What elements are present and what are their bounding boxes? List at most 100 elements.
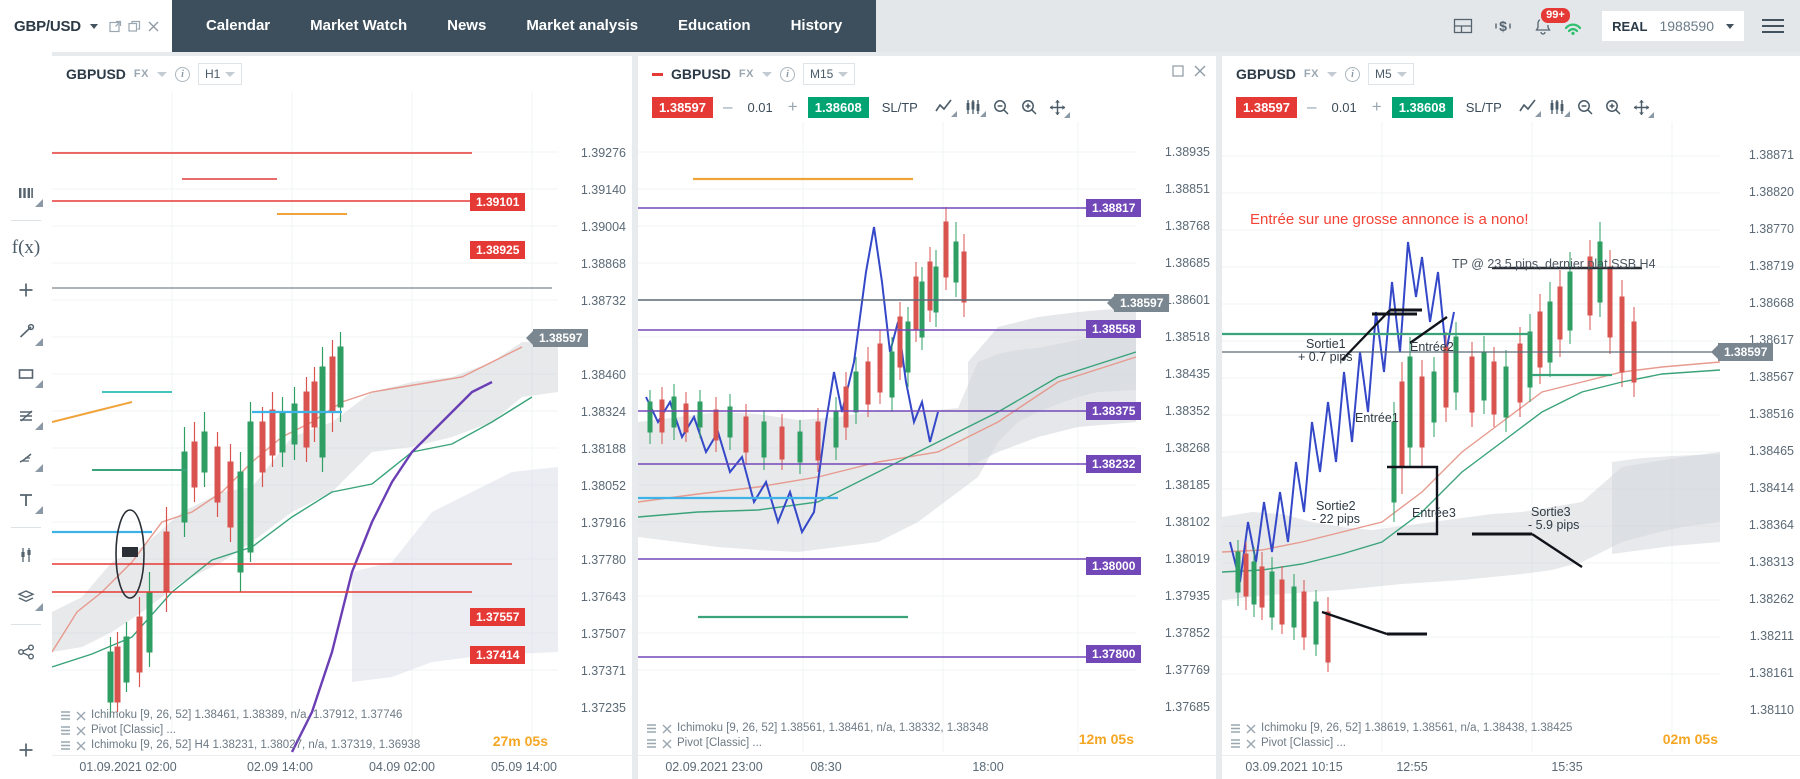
chart-panel-m15[interactable]: GBPUSD FX i M15 1.38597 – 0.01 + 1.38608… bbox=[638, 56, 1216, 779]
settings-icon[interactable] bbox=[646, 738, 657, 749]
price-axis[interactable]: 1.39276 1.39140 1.39004 1.38868 1.38732 … bbox=[558, 56, 632, 779]
add-panel-icon[interactable] bbox=[0, 729, 52, 771]
info-icon[interactable]: i bbox=[779, 66, 795, 82]
timeframe-selector[interactable]: M15 bbox=[802, 63, 856, 85]
submenu-indicator-icon[interactable] bbox=[35, 603, 43, 611]
chart-plot-area[interactable] bbox=[1222, 122, 1800, 779]
remove-icon[interactable] bbox=[76, 726, 86, 736]
crosshair-icon[interactable] bbox=[1049, 99, 1070, 118]
volume-input[interactable]: 0.01 bbox=[1326, 100, 1361, 115]
zoom-out-icon[interactable] bbox=[1577, 99, 1594, 116]
zoom-out-icon[interactable] bbox=[993, 99, 1010, 116]
add-icon[interactable] bbox=[0, 269, 52, 311]
chevron-down-icon[interactable] bbox=[761, 71, 772, 77]
level-tag[interactable]: 1.39101 bbox=[470, 193, 526, 211]
indicator-legend[interactable]: Ichimoku [9, 26, 52] 1.38619, 1.38561, n… bbox=[1222, 721, 1572, 751]
sl-tp-button[interactable]: SL/TP bbox=[1466, 100, 1502, 115]
volume-decrement-button[interactable]: – bbox=[720, 97, 735, 117]
notifications-bell-icon[interactable]: 99+ bbox=[1532, 6, 1572, 37]
submenu-indicator-icon[interactable] bbox=[35, 199, 43, 207]
time-axis[interactable]: 02.09.2021 23:00 08:30 18:00 bbox=[638, 755, 1216, 779]
indicator-legend[interactable]: Ichimoku [9, 26, 52] 1.38461, 1.38389, n… bbox=[52, 708, 420, 753]
indicators-fx-icon[interactable]: f(x) bbox=[0, 227, 52, 269]
chevron-down-icon[interactable] bbox=[1726, 23, 1734, 29]
line-tool-icon[interactable] bbox=[0, 311, 52, 353]
share-icon[interactable] bbox=[0, 631, 52, 673]
chart-plot-area[interactable] bbox=[638, 122, 1216, 779]
buy-price-button[interactable]: 1.38608 bbox=[1391, 96, 1453, 118]
current-price-tag[interactable]: 1.38597 bbox=[1114, 294, 1170, 312]
settings-icon[interactable] bbox=[1230, 738, 1241, 749]
remove-icon[interactable] bbox=[662, 724, 672, 734]
timeframe-selector[interactable]: H1 bbox=[197, 63, 243, 85]
nav-history[interactable]: History bbox=[771, 0, 863, 52]
restore-icon[interactable] bbox=[128, 20, 141, 33]
symbol-tab[interactable]: GBP/USD bbox=[0, 0, 172, 52]
current-price-tag[interactable]: 1.38597 bbox=[533, 329, 589, 347]
text-tool-icon[interactable] bbox=[0, 479, 52, 521]
line-chart-icon[interactable] bbox=[935, 99, 957, 117]
chevron-down-icon[interactable] bbox=[156, 71, 167, 77]
legend-item[interactable]: Ichimoku [9, 26, 52] 1.38619, 1.38561, n… bbox=[1230, 721, 1572, 736]
indicator-legend[interactable]: Ichimoku [9, 26, 52] 1.38561, 1.38461, n… bbox=[638, 721, 988, 751]
chevron-down-icon[interactable] bbox=[1326, 71, 1337, 77]
info-icon[interactable]: i bbox=[174, 66, 190, 82]
submenu-indicator-icon[interactable] bbox=[35, 422, 43, 430]
legend-item[interactable]: Ichimoku [9, 26, 52] 1.38461, 1.38389, n… bbox=[60, 708, 420, 723]
legend-item[interactable]: Ichimoku [9, 26, 52] H4 1.38231, 1.38027… bbox=[60, 738, 420, 753]
level-tag[interactable]: 1.37800 bbox=[1086, 645, 1142, 663]
account-selector[interactable]: REAL 1988590 bbox=[1602, 11, 1744, 41]
level-tag[interactable]: 1.37557 bbox=[470, 608, 526, 626]
chart-type-icon[interactable] bbox=[0, 172, 52, 214]
chart-panel-h1[interactable]: GBPUSD FX i H1 1.39276 1.39140 1.39004 1… bbox=[52, 56, 632, 779]
remove-icon[interactable] bbox=[1246, 724, 1256, 734]
remove-icon[interactable] bbox=[1246, 739, 1256, 749]
candle-chart-icon[interactable] bbox=[1548, 99, 1570, 117]
volume-input[interactable]: 0.01 bbox=[742, 100, 777, 115]
submenu-indicator-icon[interactable] bbox=[35, 338, 43, 346]
info-icon[interactable]: i bbox=[1344, 66, 1360, 82]
price-axis[interactable]: 1.38935 1.38851 1.38768 1.38685 1.38601 … bbox=[1142, 56, 1216, 779]
chevron-down-icon[interactable] bbox=[838, 71, 849, 77]
level-tag[interactable]: 1.38925 bbox=[470, 241, 526, 259]
level-tag[interactable]: 1.38232 bbox=[1086, 455, 1142, 473]
nav-news[interactable]: News bbox=[427, 0, 506, 52]
signal-icon[interactable] bbox=[1562, 15, 1584, 37]
nav-calendar[interactable]: Calendar bbox=[186, 0, 290, 52]
nav-education[interactable]: Education bbox=[658, 0, 771, 52]
timeframe-selector[interactable]: M5 bbox=[1367, 63, 1414, 85]
level-tag[interactable]: 1.38375 bbox=[1086, 402, 1142, 420]
crosshair-icon[interactable] bbox=[1633, 99, 1654, 118]
zoom-in-icon[interactable] bbox=[1605, 99, 1622, 116]
nav-market-analysis[interactable]: Market analysis bbox=[506, 0, 658, 52]
chart-plot-area[interactable] bbox=[52, 92, 632, 779]
volume-decrement-button[interactable]: – bbox=[1304, 97, 1319, 117]
legend-item[interactable]: Pivot [Classic] ... bbox=[1230, 736, 1572, 751]
volume-increment-button[interactable]: + bbox=[785, 97, 801, 117]
fibonacci-tool-icon[interactable] bbox=[0, 395, 52, 437]
level-tag[interactable]: 1.38817 bbox=[1086, 199, 1142, 217]
layers-icon[interactable] bbox=[0, 576, 52, 618]
sell-price-button[interactable]: 1.38597 bbox=[1236, 96, 1297, 118]
zoom-in-icon[interactable] bbox=[1021, 99, 1038, 116]
settings-icon[interactable] bbox=[1230, 723, 1241, 734]
chevron-down-icon[interactable] bbox=[89, 23, 98, 29]
candle-settings-icon[interactable] bbox=[0, 534, 52, 576]
level-tag[interactable]: 1.38558 bbox=[1086, 320, 1142, 338]
buy-price-button[interactable]: 1.38608 bbox=[807, 96, 869, 118]
currency-icon[interactable]: $ bbox=[1492, 15, 1514, 37]
submenu-indicator-icon[interactable] bbox=[35, 380, 43, 388]
sl-tp-button[interactable]: SL/TP bbox=[882, 100, 918, 115]
settings-icon[interactable] bbox=[60, 710, 71, 721]
legend-item[interactable]: Pivot [Classic] ... bbox=[60, 723, 420, 738]
settings-icon[interactable] bbox=[60, 725, 71, 736]
hamburger-menu-icon[interactable] bbox=[1762, 19, 1784, 33]
remove-icon[interactable] bbox=[662, 739, 672, 749]
chevron-down-icon[interactable] bbox=[225, 71, 236, 77]
line-chart-icon[interactable] bbox=[1519, 99, 1541, 117]
settings-icon[interactable] bbox=[60, 740, 71, 751]
price-axis[interactable]: 1.38871 1.38820 1.38770 1.38719 1.38668 … bbox=[1726, 56, 1800, 779]
nav-market-watch[interactable]: Market Watch bbox=[290, 0, 427, 52]
remove-icon[interactable] bbox=[76, 711, 86, 721]
popout-icon[interactable] bbox=[109, 20, 122, 33]
